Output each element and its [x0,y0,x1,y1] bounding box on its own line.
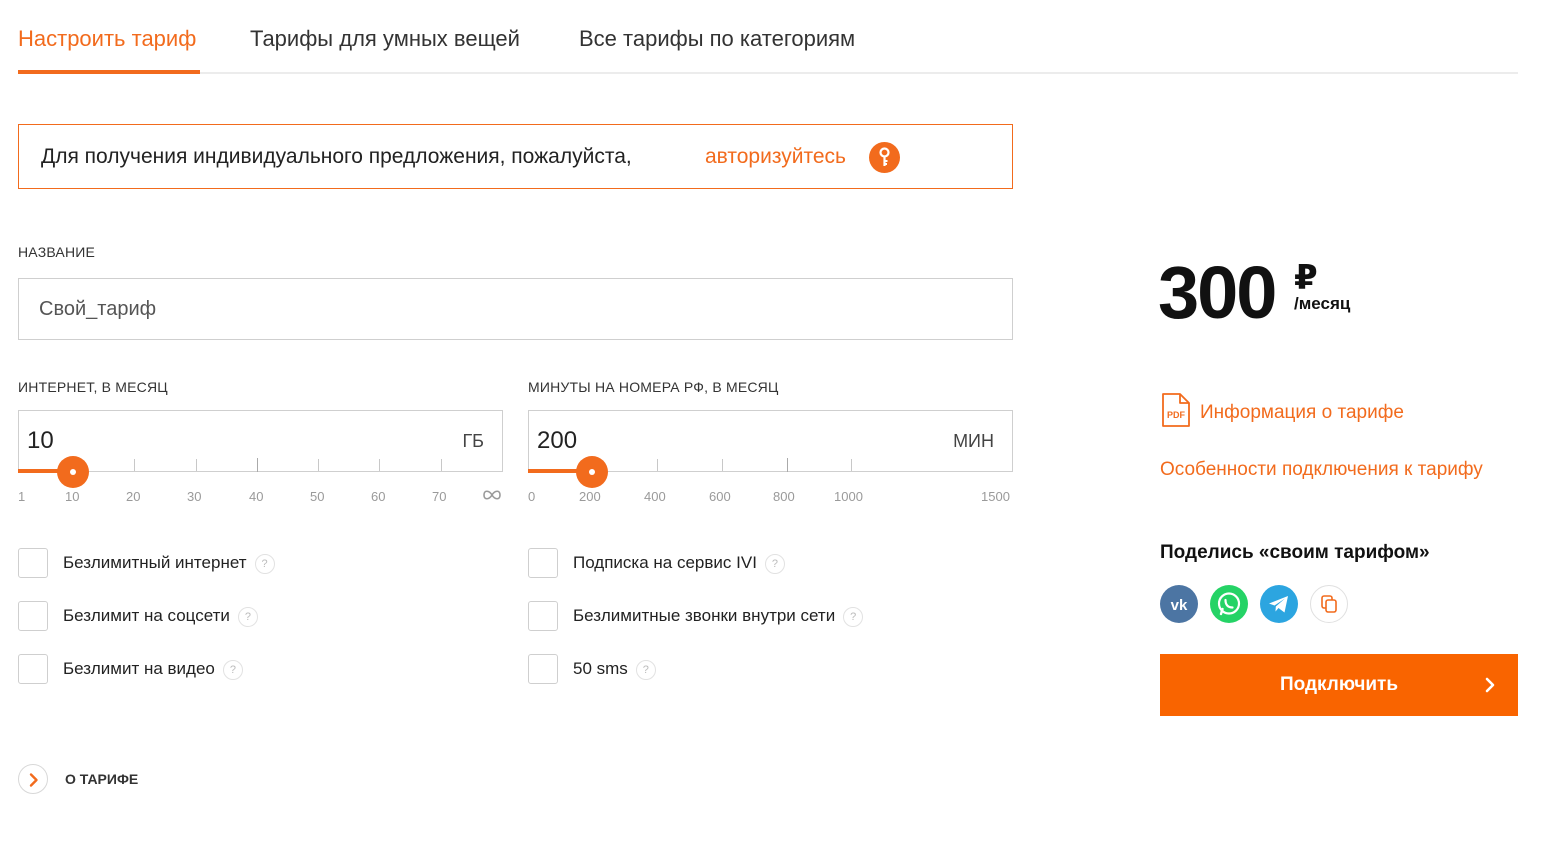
checkbox[interactable] [18,654,48,684]
internet-slider-thumb[interactable] [57,456,89,488]
telegram-icon[interactable] [1260,585,1298,623]
active-tab-indicator [18,70,200,74]
internet-label: ИНТЕРНЕТ, В МЕСЯЦ [18,379,168,395]
internet-tick [257,458,258,472]
checkbox[interactable] [528,548,558,578]
option-label: Подписка на сервис IVI [573,553,757,572]
auth-alert-text: Для получения индивидуального предложени… [41,145,632,168]
help-icon[interactable]: ? [764,554,785,574]
internet-tick [196,459,197,471]
checkbox[interactable] [18,548,48,578]
tariff-info-link[interactable]: Информация о тарифе [1200,402,1404,424]
connect-button[interactable]: Подключить [1160,654,1518,716]
minutes-label: МИНУТЫ НА НОМЕРА РФ, В МЕСЯЦ [528,379,779,395]
minutes-tick-label: 1000 [834,489,863,504]
help-icon[interactable]: ? [843,607,864,627]
option-label: 50 sms [573,659,628,678]
tab-bar: Настроить тариф Тарифы для умных вещей В… [18,0,1518,74]
minutes-tick-label: 800 [773,489,795,504]
internet-tick [441,459,442,471]
option-label: Безлимитные звонки внутри сети [573,606,836,625]
help-icon[interactable]: ? [254,554,275,574]
internet-tick-label: 50 [310,489,325,504]
help-icon[interactable]: ? [222,660,243,680]
whatsapp-icon[interactable] [1210,585,1248,623]
minutes-unit: МИН [953,431,994,451]
internet-tick-label: 1 [18,489,26,504]
about-tariff-label[interactable]: О ТАРИФЕ [65,771,138,787]
internet-tick [134,459,135,471]
option-label: Безлимитный интернет [63,553,247,572]
chevron-right-icon [29,773,38,787]
internet-tick-label: 60 [371,489,386,504]
minutes-tick [851,459,852,471]
internet-value[interactable]: 10 [27,427,54,455]
vk-icon[interactable]: vk [1160,585,1198,623]
pdf-icon[interactable]: PDF [1160,392,1192,428]
minutes-tick-label: 200 [579,489,601,504]
internet-slider-box[interactable]: 10 ГБ [18,410,503,473]
share-title: Поделись «своим тарифом» [1160,542,1430,563]
auth-alert: Для получения индивидуального предложени… [18,124,1013,189]
connect-button-label: Подключить [1279,674,1399,695]
minutes-tick [722,459,723,471]
price-period: /месяц [1294,294,1351,313]
option-label: Безлимит на видео [63,659,215,678]
minutes-value[interactable]: 200 [537,427,577,455]
help-icon[interactable]: ? [237,607,258,627]
price-amount: 300 [1158,251,1277,334]
internet-tick-label: 20 [126,489,141,504]
internet-tick-label: 10 [65,489,80,504]
internet-tick-label: 30 [187,489,202,504]
checkbox[interactable] [528,601,558,631]
name-label: НАЗВАНИЕ [18,244,96,260]
minutes-tick [787,458,788,472]
svg-text:vk: vk [1171,597,1188,614]
tariff-name-input[interactable] [18,278,1013,340]
connection-features-link[interactable]: Особенности подключения к тарифу [1160,459,1483,481]
infinity-icon [482,488,502,507]
copy-icon[interactable] [1310,585,1348,623]
svg-text:PDF: PDF [1167,410,1186,420]
minutes-tick-label: 1500 [981,489,1010,504]
internet-tick [379,459,380,471]
internet-tick [318,459,319,471]
minutes-tick [657,459,658,471]
minutes-tick-label: 0 [528,489,536,504]
tab-all-tariffs[interactable]: Все тарифы по категориям [579,26,855,52]
internet-tick-label: 70 [432,489,447,504]
checkbox[interactable] [18,601,48,631]
authorize-link[interactable]: авторизуйтесь [705,145,846,169]
internet-unit: ГБ [462,431,484,451]
minutes-slider-thumb[interactable] [576,456,608,488]
tab-configure-tariff[interactable]: Настроить тариф [18,26,196,52]
minutes-tick-label: 400 [644,489,666,504]
about-expand-button[interactable] [18,764,48,794]
tab-smart-devices[interactable]: Тарифы для умных вещей [250,26,520,52]
checkbox[interactable] [528,654,558,684]
key-icon[interactable] [869,142,900,173]
option-label: Безлимит на соцсети [63,606,230,625]
minutes-tick-label: 600 [709,489,731,504]
internet-tick-label: 40 [249,489,264,504]
help-icon[interactable]: ? [635,660,656,680]
chevron-right-icon [1485,677,1495,693]
price-currency: ₽ [1294,259,1318,297]
